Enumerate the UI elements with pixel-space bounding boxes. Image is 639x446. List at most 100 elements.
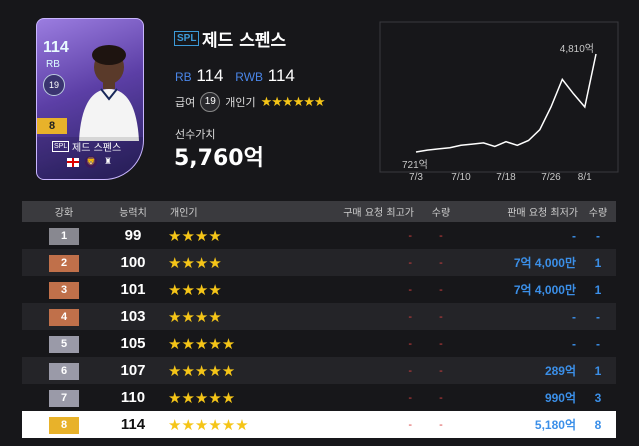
- grade-badge: 8: [49, 417, 79, 434]
- table-row[interactable]: 6 107 ★★★★★ - - 289억 1: [22, 357, 616, 384]
- buy-price-cell: -: [408, 418, 412, 431]
- card-icons: 🦁 ♜: [67, 156, 113, 168]
- sell-price-cell: 990억: [544, 391, 576, 405]
- grade-cell: 5: [22, 334, 106, 353]
- grade-cell: 7: [22, 388, 106, 407]
- header-skill: 개인기: [170, 208, 198, 219]
- sell-price-cell: 7억 4,000만: [513, 283, 576, 297]
- card-position: RB: [46, 59, 60, 70]
- skill-stars: ★★★★: [168, 308, 222, 326]
- ability-cell: 99: [124, 227, 142, 244]
- buy-price-cell: -: [408, 337, 412, 350]
- price-history-chart: 7/3 7/10 7/18 7/26 8/1 721억 4,810억: [379, 21, 619, 183]
- min-price-label: 721억: [402, 159, 428, 171]
- sell-price-cell: 7억 4,000만: [513, 256, 576, 270]
- header-sell-qty: 수량: [588, 208, 608, 219]
- max-price-label: 4,810억: [560, 43, 594, 55]
- grade-cell: 8: [22, 415, 106, 434]
- grade-badge: 4: [49, 309, 79, 326]
- grade-badge: 7: [49, 390, 79, 407]
- popularity-stars: ★★★★★★: [260, 94, 326, 110]
- position-value: 114: [196, 66, 224, 85]
- header-ability: 능력치: [119, 208, 147, 219]
- price-line: [415, 53, 597, 153]
- sell-qty-cell: 1: [594, 363, 602, 378]
- buy-qty-cell: -: [439, 283, 443, 296]
- ability-cell: 105: [120, 335, 146, 352]
- buy-price-cell: -: [408, 364, 412, 377]
- player-card[interactable]: 114 RB 19 8 SPL 제드 스펜스 🦁 ♜: [36, 18, 144, 180]
- card-pay-badge: 19: [43, 74, 65, 96]
- table-row[interactable]: 2 100 ★★★★ - - 7억 4,000만 1: [22, 249, 616, 276]
- card-season-icon: SPL: [52, 141, 70, 152]
- skill-stars: ★★★★★: [168, 335, 236, 353]
- table-row[interactable]: 4 103 ★★★★ - - - -: [22, 303, 616, 330]
- skill-stars: ★★★★: [168, 227, 222, 245]
- skill-stars: ★★★★: [168, 281, 222, 299]
- ability-cell: 100: [120, 254, 146, 271]
- sell-price-cell: -: [572, 309, 576, 324]
- buy-qty-cell: -: [439, 310, 443, 323]
- ability-cell: 107: [120, 362, 146, 379]
- grade-badge: 2: [49, 255, 79, 272]
- sell-qty-cell: -: [596, 228, 600, 243]
- position-label: RB: [175, 70, 192, 84]
- grade-cell: 3: [22, 280, 106, 299]
- tottenham-crest-icon: ♜: [103, 157, 113, 167]
- sell-qty-cell: -: [596, 309, 600, 324]
- skill-stars: ★★★★: [168, 254, 222, 272]
- season-badge: SPL: [174, 31, 200, 46]
- buy-price-cell: -: [408, 391, 412, 404]
- sell-price-cell: 5,180억: [534, 418, 576, 432]
- sell-qty-cell: 1: [594, 282, 602, 297]
- table-row[interactable]: 1 99 ★★★★ - - - -: [22, 222, 616, 249]
- card-overall: 114: [43, 39, 69, 56]
- skill-stars: ★★★★★: [168, 362, 236, 380]
- popularity-label: 개인기: [225, 96, 256, 109]
- x-tick-label: 7/26: [541, 172, 561, 183]
- position-value: 114: [267, 66, 295, 85]
- grade-badge: 5: [49, 336, 79, 353]
- ability-cell: 114: [120, 416, 146, 433]
- header-sell-price: 판매 요청 최저가: [507, 208, 578, 219]
- ability-cell: 101: [120, 281, 146, 298]
- england-flag-icon: [67, 157, 79, 167]
- grade-cell: 6: [22, 361, 106, 380]
- buy-qty-cell: -: [439, 418, 443, 431]
- grade-badge: 3: [49, 282, 79, 299]
- sell-qty-cell: -: [596, 336, 600, 351]
- grade-cell: 4: [22, 307, 106, 326]
- buy-qty-cell: -: [439, 229, 443, 242]
- grade-badge: 1: [49, 228, 79, 245]
- skill-stars: ★★★★★★: [168, 416, 249, 434]
- table-row[interactable]: 5 105 ★★★★★ - - - -: [22, 330, 616, 357]
- player-photo: [79, 45, 139, 141]
- x-tick-label: 7/3: [409, 172, 423, 183]
- skill-stars: ★★★★★: [168, 389, 236, 407]
- player-value: 5,760억: [174, 146, 264, 171]
- header-grade: 강화: [54, 208, 74, 219]
- x-tick-label: 7/10: [451, 172, 471, 183]
- buy-qty-cell: -: [439, 391, 443, 404]
- table-row[interactable]: 8 114 ★★★★★★ - - 5,180억 8: [22, 411, 616, 438]
- table-row[interactable]: 7 110 ★★★★★ - - 990억 3: [22, 384, 616, 411]
- player-name: 제드 스펜스: [202, 31, 287, 51]
- sell-price-cell: -: [572, 336, 576, 351]
- buy-qty-cell: -: [439, 256, 443, 269]
- price-table: 강화 능력치 개인기 구매 요청 최고가 수량 판매 요청 최저가 수량 1 99…: [22, 201, 616, 438]
- grade-badge: 6: [49, 363, 79, 380]
- buy-price-cell: -: [408, 256, 412, 269]
- table-header: 강화 능력치 개인기 구매 요청 최고가 수량 판매 요청 최저가 수량: [22, 201, 616, 222]
- grade-cell: 2: [22, 253, 106, 272]
- position-label: RWB: [235, 70, 264, 84]
- buy-price-cell: -: [408, 229, 412, 242]
- sell-qty-cell: 1: [594, 255, 602, 270]
- header-buy-price: 구매 요청 최고가: [343, 208, 414, 219]
- pay-popularity-line: 급여 19 개인기 ★★★★★★: [175, 92, 326, 112]
- sell-price-cell: -: [572, 228, 576, 243]
- table-row[interactable]: 3 101 ★★★★ - - 7억 4,000만 1: [22, 276, 616, 303]
- card-grade-badge: 8: [37, 118, 67, 134]
- grade-cell: 1: [22, 226, 106, 245]
- premier-league-icon: 🦁: [85, 156, 97, 168]
- ability-cell: 110: [120, 389, 146, 406]
